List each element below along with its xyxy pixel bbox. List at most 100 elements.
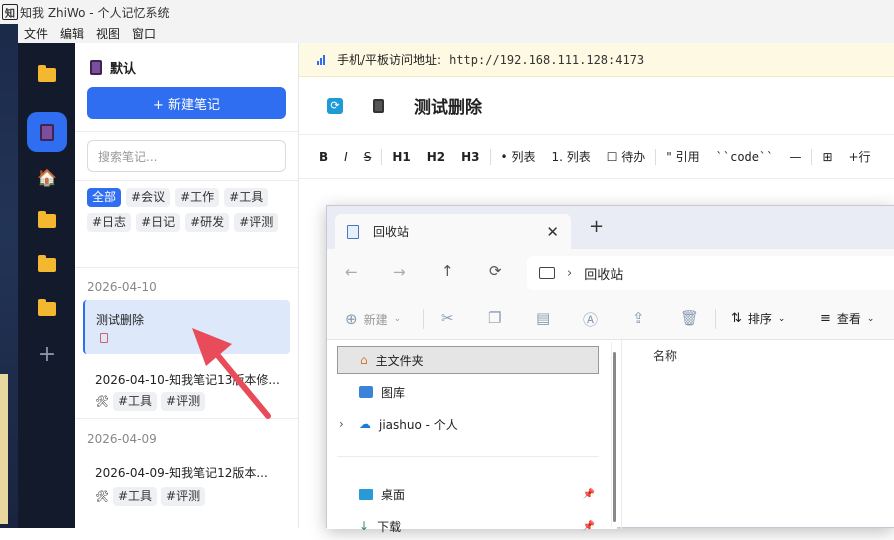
scissors-icon: ✂: [441, 309, 454, 327]
add-row-button[interactable]: +行: [841, 148, 879, 165]
app-titlebar: 知 知我 ZhiWo - 个人记忆系统: [0, 0, 894, 24]
numbered-list-button[interactable]: 1. 列表: [543, 148, 598, 165]
tag-log[interactable]: #日志: [87, 213, 132, 232]
plus-icon: +: [37, 341, 57, 367]
hr-button[interactable]: —: [781, 150, 809, 164]
nav-item-gallery[interactable]: 图库: [337, 378, 599, 406]
tag-review[interactable]: #评测: [234, 213, 279, 232]
tag-work[interactable]: #工作: [175, 188, 220, 207]
forward-arrow-icon[interactable]: →: [393, 263, 406, 281]
toolbar-separator: [655, 148, 657, 165]
new-note-button[interactable]: + 新建笔记: [87, 87, 286, 119]
search-input[interactable]: 搜索笔记...: [87, 140, 286, 172]
rename-button[interactable]: Ⓐ: [583, 309, 598, 330]
h2-button[interactable]: H2: [419, 150, 453, 164]
nav-pane-scrollbar[interactable]: [611, 342, 617, 527]
nav-item-label: 图库: [381, 385, 406, 400]
todo-button[interactable]: ☐ 待办: [599, 148, 654, 165]
menubar: 文件 编辑 视图 窗口: [18, 24, 894, 43]
cloud-icon: ☁: [359, 417, 371, 431]
chevron-right-icon[interactable]: ›: [339, 417, 344, 431]
close-icon[interactable]: ✕: [546, 223, 559, 241]
share-icon: ⇪: [632, 309, 645, 327]
scrollbar-thumb[interactable]: [613, 352, 616, 522]
mobile-access-banner: 手机/平板访问地址: http://192.168.111.128:4173: [299, 43, 894, 77]
divider: [75, 131, 299, 132]
pane-separator[interactable]: [621, 340, 622, 529]
italic-button[interactable]: I: [336, 150, 356, 164]
address-path: 回收站: [584, 267, 624, 283]
notebook-icon: [90, 60, 102, 75]
table-button[interactable]: ⊞: [814, 150, 840, 164]
share-button[interactable]: ⇪: [632, 309, 645, 327]
rail-home[interactable]: 🏠: [27, 157, 67, 197]
quote-button[interactable]: " 引用: [658, 148, 707, 165]
note-title-heading[interactable]: 测试删除: [414, 93, 482, 118]
editor-header: ⟳ 测试删除: [299, 77, 894, 135]
nav-item-desktop[interactable]: 桌面 📌: [337, 480, 599, 508]
notebook-title-label: 默认: [110, 62, 137, 77]
strikethrough-button[interactable]: S: [356, 150, 380, 164]
note-item[interactable]: 2026-04-09-知我笔记12版本... 🛠 #工具 #评测: [95, 464, 268, 506]
rail-folder-2[interactable]: [27, 201, 67, 241]
menu-view[interactable]: 视图: [96, 25, 120, 42]
delete-button[interactable]: 🗑: [680, 309, 699, 327]
copy-button[interactable]: ❐: [488, 309, 501, 327]
menu-window[interactable]: 窗口: [132, 25, 156, 42]
up-arrow-icon[interactable]: ↑: [441, 262, 454, 280]
nav-item-downloads[interactable]: ↓ 下载 📌: [337, 512, 599, 540]
nav-item-onedrive[interactable]: › ☁ jiashuo - 个人: [337, 410, 599, 438]
pin-icon: 📌: [582, 520, 595, 532]
tag-diary[interactable]: #日记: [136, 213, 181, 232]
note-tag: #工具: [112, 392, 158, 411]
cut-button[interactable]: ✂: [441, 309, 454, 327]
back-arrow-icon[interactable]: ←: [345, 263, 358, 281]
refresh-icon[interactable]: ⟳: [489, 262, 502, 280]
chevron-down-icon: ⌄: [866, 313, 875, 324]
divider: [75, 180, 299, 181]
new-tab-plus-icon[interactable]: +: [589, 216, 604, 237]
banner-url[interactable]: http://192.168.111.128:4173: [449, 53, 644, 67]
folder-icon: [38, 65, 56, 82]
signal-icon: [317, 54, 329, 65]
notebook-title: 默认: [90, 58, 136, 77]
bullet-list-button[interactable]: • 列表: [493, 148, 544, 165]
menu-file[interactable]: 文件: [24, 25, 48, 42]
toolbar-separator: [489, 148, 491, 165]
paste-button[interactable]: ▤: [536, 309, 550, 327]
menu-edit[interactable]: 编辑: [60, 25, 84, 42]
notebook-rail: 🏠 +: [18, 43, 75, 528]
tag-tools[interactable]: #工具: [224, 188, 269, 207]
folder-icon: [38, 255, 56, 272]
address-bar[interactable]: › 回收站: [527, 256, 894, 290]
rail-notebook-default[interactable]: [27, 112, 67, 152]
rail-folder-3[interactable]: [27, 245, 67, 285]
h3-button[interactable]: H3: [453, 150, 487, 164]
h1-button[interactable]: H1: [384, 150, 418, 164]
view-label: 查看: [836, 312, 861, 326]
divider: [75, 267, 299, 268]
column-header-name[interactable]: 名称: [653, 347, 677, 364]
bold-button[interactable]: B: [311, 150, 336, 164]
rail-folder-1[interactable]: [27, 55, 67, 95]
tag-all[interactable]: 全部: [87, 188, 122, 207]
nav-item-home[interactable]: ⌂ 主文件夹: [337, 346, 599, 374]
gallery-icon: [359, 386, 373, 398]
sort-button[interactable]: ⇅ 排序 ⌄: [731, 310, 785, 327]
rail-folder-4[interactable]: [27, 289, 67, 329]
new-button[interactable]: ⊕ 新建 ⌄: [345, 310, 401, 328]
tag-rnd[interactable]: #研发: [185, 213, 230, 232]
explorer-tab-recycle-bin[interactable]: 回收站 ✕: [335, 214, 571, 249]
code-button[interactable]: ``code``: [708, 150, 782, 164]
nav-item-label: 下载: [377, 519, 402, 534]
divider: [423, 309, 424, 329]
tag-meeting[interactable]: #会议: [126, 188, 171, 207]
arrow-shaft: [207, 343, 271, 419]
view-button[interactable]: ≡ 查看 ⌄: [820, 310, 874, 327]
divider: [337, 456, 599, 457]
format-toolbar: B I S H1 H2 H3 • 列表 1. 列表 ☐ 待办 " 引用 ``co…: [299, 135, 894, 179]
sync-icon[interactable]: ⟳: [327, 97, 343, 114]
download-icon: ↓: [359, 519, 370, 533]
rail-add-notebook[interactable]: +: [27, 334, 67, 374]
app-logo-icon: 知: [2, 4, 18, 20]
